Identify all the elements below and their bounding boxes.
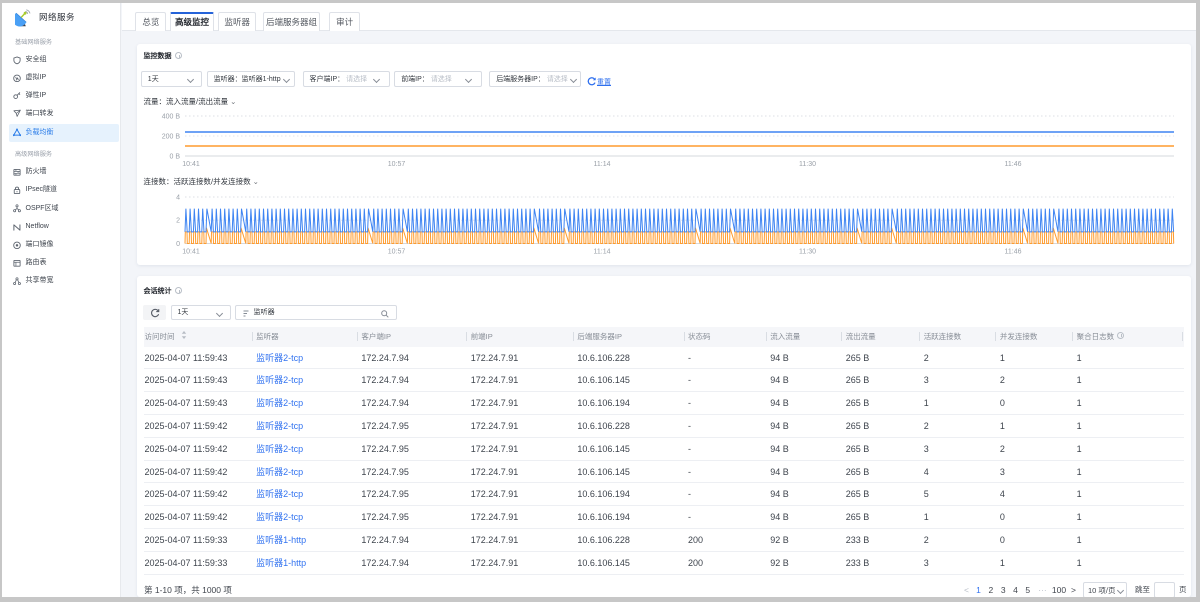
svg-text:11:14: 11:14 xyxy=(594,249,611,256)
svg-text:10:41: 10:41 xyxy=(182,161,200,168)
svg-text:11:46: 11:46 xyxy=(1005,249,1022,256)
svg-text:0 B: 0 B xyxy=(169,154,180,161)
svg-text:200 B: 200 B xyxy=(162,134,181,141)
svg-text:4: 4 xyxy=(176,195,180,202)
svg-text:2: 2 xyxy=(176,218,180,225)
svg-text:400 B: 400 B xyxy=(162,114,181,121)
svg-text:0: 0 xyxy=(176,241,180,248)
svg-text:11:30: 11:30 xyxy=(799,161,816,168)
svg-text:10:57: 10:57 xyxy=(388,249,406,256)
svg-text:11:30: 11:30 xyxy=(799,249,816,256)
svg-text:10:57: 10:57 xyxy=(388,161,406,168)
svg-text:11:46: 11:46 xyxy=(1005,161,1022,168)
svg-text:11:14: 11:14 xyxy=(594,161,611,168)
svg-text:10:41: 10:41 xyxy=(182,249,200,256)
